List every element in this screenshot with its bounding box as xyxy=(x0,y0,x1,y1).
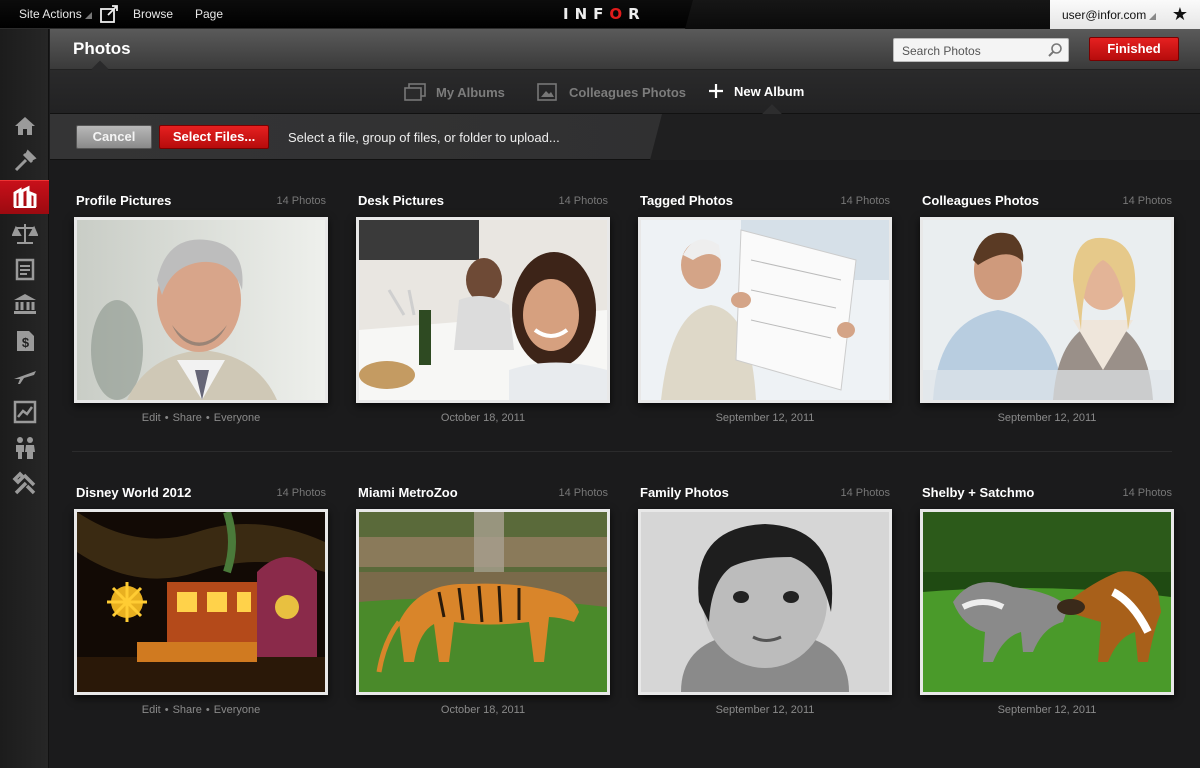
user-menu[interactable]: user@infor.com ★ xyxy=(1050,0,1200,29)
album-count: 14 Photos xyxy=(1122,487,1172,499)
upload-bar-accent xyxy=(650,114,1200,160)
wrench-icon[interactable] xyxy=(0,467,49,501)
album-name: Tagged Photos xyxy=(640,193,733,208)
album-date: September 12, 2011 xyxy=(997,704,1097,716)
album-name: Family Photos xyxy=(640,485,729,500)
album-date: September 12, 2011 xyxy=(997,412,1097,424)
page-link[interactable]: Page xyxy=(195,7,223,21)
album-name: Miami MetroZoo xyxy=(358,485,458,500)
browse-link[interactable]: Browse xyxy=(133,7,173,21)
album-meta: Edit • Share • Everyone xyxy=(141,704,261,716)
album-count: 14 Photos xyxy=(558,487,608,499)
page-header: Photos Search Photos Finished xyxy=(50,29,1200,78)
user-email: user@infor.com xyxy=(1062,8,1147,22)
album-name: Desk Pictures xyxy=(358,193,444,208)
search-icon[interactable] xyxy=(1047,42,1063,58)
upload-bar: Cancel Select Files... Select a file, gr… xyxy=(50,114,1200,160)
album-grid: Profile Pictures 14 Photos Edit • Share • Ev… xyxy=(50,161,1200,768)
row-divider xyxy=(72,451,1172,452)
albums-icon xyxy=(404,83,426,101)
edit-page-button[interactable] xyxy=(100,5,120,26)
album-tabs: My Albums Colleagues Photos New Album xyxy=(50,70,1200,124)
search-placeholder: Search Photos xyxy=(902,44,981,58)
edit-link[interactable]: Edit xyxy=(142,704,161,716)
album-count: 14 Photos xyxy=(1122,195,1172,207)
people-icon[interactable] xyxy=(0,431,49,465)
infor-logo: INFOR xyxy=(563,5,646,23)
album-cover[interactable] xyxy=(356,217,610,403)
star-icon[interactable]: ★ xyxy=(1172,4,1188,25)
tab-colleagues-photos[interactable]: Colleagues Photos xyxy=(537,83,686,101)
tools-icon[interactable] xyxy=(0,144,49,178)
album-cover-photo xyxy=(923,220,1171,400)
visibility-link[interactable]: Everyone xyxy=(214,412,260,424)
album-cover-photo xyxy=(923,512,1171,692)
album-cover-photo xyxy=(641,512,889,692)
page-title: Photos xyxy=(73,39,131,58)
album-cover[interactable] xyxy=(74,217,328,403)
top-bar: Site Actions Browse Page INFOR user@info… xyxy=(0,0,1200,29)
tab-my-albums[interactable]: My Albums xyxy=(404,83,505,101)
album-date: September 12, 2011 xyxy=(715,412,815,424)
tab-label: My Albums xyxy=(436,84,505,100)
album-name: Disney World 2012 xyxy=(76,485,192,500)
edit-page-icon xyxy=(100,5,118,23)
select-files-button[interactable]: Select Files... xyxy=(159,125,269,149)
album-name: Colleagues Photos xyxy=(922,193,1040,208)
album-cover-photo xyxy=(77,510,325,692)
album-cover[interactable] xyxy=(638,509,892,695)
plane-icon[interactable] xyxy=(0,359,49,393)
album-count: 14 Photos xyxy=(840,487,890,499)
home-icon[interactable] xyxy=(0,109,49,143)
photo-icon xyxy=(537,83,557,101)
edit-link[interactable]: Edit xyxy=(142,412,161,424)
invoice-icon[interactable]: $ xyxy=(0,324,49,358)
album-cover[interactable] xyxy=(920,217,1174,403)
album-cover-photo xyxy=(359,512,607,692)
album-count: 14 Photos xyxy=(276,487,326,499)
album-name: Profile Pictures xyxy=(76,193,172,208)
album-cover[interactable] xyxy=(920,509,1174,695)
album-cover[interactable] xyxy=(356,509,610,695)
album-date: October 18, 2011 xyxy=(440,412,526,424)
album-cover-photo xyxy=(641,220,889,400)
dropdown-indicator-icon xyxy=(84,12,92,19)
album-count: 14 Photos xyxy=(276,195,326,207)
album-count: 14 Photos xyxy=(840,195,890,207)
tab-label: New Album xyxy=(734,83,805,99)
album-meta: Edit • Share • Everyone xyxy=(141,412,261,424)
finished-button[interactable]: Finished xyxy=(1089,37,1179,61)
album-count: 14 Photos xyxy=(558,195,608,207)
buildings-icon[interactable] xyxy=(0,180,49,214)
share-link[interactable]: Share xyxy=(173,412,202,424)
chart-icon[interactable] xyxy=(0,395,49,429)
search-input[interactable]: Search Photos xyxy=(893,38,1069,62)
bank-icon[interactable] xyxy=(0,287,49,321)
dropdown-indicator-icon xyxy=(1149,13,1157,20)
album-date: October 18, 2011 xyxy=(440,704,526,716)
tab-label: Colleagues Photos xyxy=(569,84,687,100)
album-cover-photo xyxy=(359,220,607,400)
album-cover[interactable] xyxy=(74,509,328,695)
album-date: September 12, 2011 xyxy=(715,704,815,716)
svg-text:$: $ xyxy=(21,335,29,350)
clipboard-icon[interactable] xyxy=(0,252,49,286)
tab-new-album[interactable]: New Album xyxy=(708,83,804,99)
scales-icon[interactable] xyxy=(0,217,49,251)
left-sidebar: $ xyxy=(0,29,49,768)
album-name: Shelby + Satchmo xyxy=(922,485,1035,500)
visibility-link[interactable]: Everyone xyxy=(214,704,260,716)
top-bar-accent xyxy=(685,0,1050,29)
album-cover[interactable] xyxy=(638,217,892,403)
site-actions-menu[interactable]: Site Actions xyxy=(19,7,92,21)
share-link[interactable]: Share xyxy=(173,704,202,716)
site-actions-label: Site Actions xyxy=(19,7,82,21)
upload-hint: Select a file, group of files, or folder… xyxy=(288,130,560,145)
plus-icon xyxy=(709,84,723,98)
album-cover-photo xyxy=(77,220,325,400)
cancel-button[interactable]: Cancel xyxy=(76,125,152,149)
